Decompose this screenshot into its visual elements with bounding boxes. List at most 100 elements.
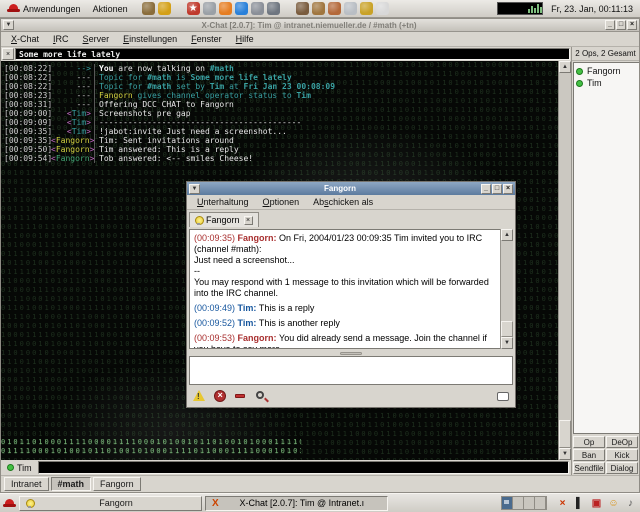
redhat-icon[interactable]: [3, 499, 16, 508]
message-input[interactable]: [38, 461, 569, 474]
scroll-up-icon[interactable]: ▲: [501, 229, 513, 241]
tab-close-icon[interactable]: ×: [244, 216, 253, 225]
minimize-icon[interactable]: _: [605, 20, 615, 30]
user-tray-icon[interactable]: ☺: [607, 497, 620, 510]
warn-icon[interactable]: [193, 390, 206, 403]
remove-icon[interactable]: [235, 390, 248, 403]
clock-launcher[interactable]: [376, 2, 389, 15]
applications-menu[interactable]: Anwendungen: [3, 1, 85, 17]
menu-item-hilfe[interactable]: Hilfe: [230, 33, 260, 45]
dialog-button[interactable]: Dialog: [606, 462, 638, 474]
chat-line: [00:08:22]---Topic for #math set by Tim …: [1, 82, 558, 91]
xchat-titlebar[interactable]: ▼ X-Chat [2.0.7]: Tim @ intranet.niemuel…: [1, 19, 639, 32]
topic-entry[interactable]: Some more life lately: [15, 48, 570, 60]
im-tray-icon[interactable]: ▌: [573, 497, 586, 510]
workspace-1[interactable]: [502, 497, 513, 509]
userlist[interactable]: FangornTim: [573, 62, 639, 434]
monitor-launcher[interactable]: [251, 2, 264, 15]
menu-item-unterhaltung[interactable]: Unterhaltung: [191, 196, 255, 208]
maximize-icon[interactable]: □: [616, 20, 626, 30]
close-icon[interactable]: ×: [503, 184, 513, 194]
dialog-message-input[interactable]: [189, 356, 513, 385]
applications-menu-label: Anwendungen: [23, 4, 81, 14]
im-message: (00:09:49) Tim: This is a reply: [194, 303, 496, 314]
clock-applet[interactable]: Fr, 23. Jan, 00:11:13: [547, 4, 637, 14]
tab-intranet[interactable]: Intranet: [4, 477, 49, 491]
actions-menu[interactable]: Aktionen: [89, 1, 132, 17]
star-launcher[interactable]: ★: [187, 2, 200, 15]
taskbar-item-xchat[interactable]: XX-Chat [2.0.7]: Tim @ Intranet.ı: [205, 496, 388, 511]
screen-tray-icon[interactable]: ▣: [590, 497, 603, 510]
kick-button[interactable]: Kick: [606, 449, 638, 461]
ban-button[interactable]: Ban: [573, 449, 605, 461]
deop-button[interactable]: DeOp: [606, 436, 638, 448]
workspace-switcher[interactable]: [501, 496, 547, 510]
minimize-icon[interactable]: _: [481, 184, 491, 194]
im-message: (00:09:52) Tim: This is another reply: [194, 318, 496, 329]
window-menu-icon[interactable]: ▼: [189, 184, 200, 194]
dialog-window-title: Fangorn: [200, 184, 480, 193]
phone-launcher[interactable]: [296, 2, 309, 15]
volume-tray-icon[interactable]: ♪: [624, 497, 637, 510]
maximize-icon[interactable]: □: [492, 184, 502, 194]
taskbar-item-fangorn[interactable]: Fangorn: [19, 496, 202, 511]
scrollbar-thumb[interactable]: [559, 420, 571, 448]
buddy-status-icon: [195, 216, 202, 225]
dialog-scrollbar[interactable]: ▲ ▼: [500, 229, 513, 349]
userlist-buttons: OpDeOpBanKickSendfileDialog: [572, 435, 639, 475]
close-icon[interactable]: ×: [627, 20, 637, 30]
xchat-tray-icon[interactable]: ×: [556, 497, 569, 510]
chat-line: [00:09:35]<Tim>!jabot:invite Just need a…: [1, 127, 558, 136]
audio-launcher[interactable]: [312, 2, 325, 15]
tab-fangorn[interactable]: Fangorn: [93, 477, 141, 491]
menu-item-server[interactable]: Server: [77, 33, 116, 45]
user-item-fangorn[interactable]: Fangorn: [576, 65, 637, 77]
keys-launcher[interactable]: [360, 2, 373, 15]
conversation-tab[interactable]: Fangorn ×: [189, 212, 259, 227]
im-message: (00:09:35) Fangorn: On Fri, 2004/01/23 0…: [194, 233, 496, 299]
flame-launcher[interactable]: [219, 2, 232, 15]
window-menu-icon[interactable]: ▼: [3, 20, 14, 30]
gimp-launcher[interactable]: [328, 2, 341, 15]
menu-item-fenster[interactable]: Fenster: [185, 33, 228, 45]
users-launcher[interactable]: [203, 2, 216, 15]
block-icon[interactable]: [214, 390, 227, 403]
actions-menu-label: Aktionen: [93, 4, 128, 14]
mouse-launcher[interactable]: [344, 2, 357, 15]
menu-item-abschicken-als[interactable]: Abschicken als: [307, 196, 379, 208]
scroll-down-icon[interactable]: ▼: [559, 448, 571, 460]
dialog-titlebar[interactable]: ▼ Fangorn _ □ ×: [187, 182, 515, 195]
top-panel: Anwendungen Aktionen ★ Fr, 23. Jan, 00:1…: [0, 0, 640, 18]
taskbar: FangornXX-Chat [2.0.7]: Tim @ Intranet.ı…: [0, 493, 640, 512]
tab-math[interactable]: #math: [51, 477, 92, 491]
nick-button[interactable]: Tim: [3, 461, 36, 474]
menu-item-irc[interactable]: IRC: [47, 33, 75, 45]
scroll-up-icon[interactable]: ▲: [559, 61, 571, 73]
op-button[interactable]: Op: [573, 436, 605, 448]
display-launcher[interactable]: [267, 2, 280, 15]
workspace-4[interactable]: [535, 497, 546, 509]
info-icon[interactable]: [256, 390, 269, 403]
menu-item-optionen[interactable]: Optionen: [257, 196, 306, 208]
scroll-down-icon[interactable]: ▼: [501, 337, 513, 349]
system-monitor-applet[interactable]: [497, 2, 543, 15]
user-status-icon: [576, 68, 583, 75]
dialog-menubar: UnterhaltungOptionenAbschicken als: [187, 195, 515, 210]
lock-launcher[interactable]: [158, 2, 171, 15]
water-launcher[interactable]: [235, 2, 248, 15]
workspace-3[interactable]: [524, 497, 535, 509]
file-manager-launcher[interactable]: [142, 2, 155, 15]
topic-clear-icon[interactable]: ×: [2, 48, 14, 60]
user-item-tim[interactable]: Tim: [576, 77, 637, 89]
scrollbar-thumb[interactable]: [501, 321, 513, 337]
menu-item-einstellungen[interactable]: Einstellungen: [117, 33, 183, 45]
nick-status-icon: [7, 464, 14, 471]
conversation-history[interactable]: (00:09:35) Fangorn: On Fri, 2004/01/23 0…: [189, 229, 500, 349]
userlist-header: 2 Ops, 2 Gesamt: [572, 47, 639, 61]
chat-scrollbar[interactable]: ▲ ▼: [558, 61, 571, 460]
workspace-2[interactable]: [513, 497, 524, 509]
chat-line: [00:09:00]<Tim>Screenshots pre gap: [1, 109, 558, 118]
chat-line: [00:08:22]---Topic for #math is Some mor…: [1, 73, 558, 82]
menu-item-x-chat[interactable]: X-Chat: [5, 33, 45, 45]
sendfile-button[interactable]: Sendfile: [573, 462, 605, 474]
